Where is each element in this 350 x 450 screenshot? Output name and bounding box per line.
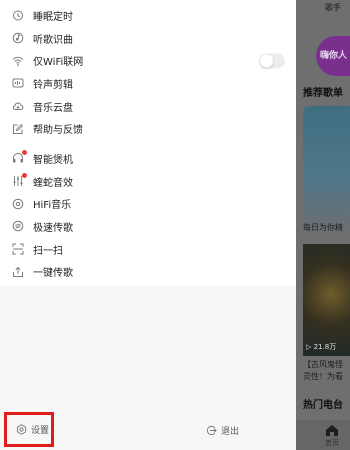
menu-item-viper-sound[interactable]: 蝰蛇音效 bbox=[0, 170, 296, 193]
menu-item-sleep-timer[interactable]: 睡眠定时 bbox=[0, 4, 296, 27]
menu-item-label: 睡眠定时 bbox=[33, 11, 73, 23]
menu-item-label: 一键传歌 bbox=[33, 268, 73, 280]
menu-item-hifi-music[interactable]: HiFi音乐 bbox=[0, 192, 296, 215]
menu-item-label: 扫一扫 bbox=[33, 245, 63, 257]
playlist-playcount: ▷ 21.8万 bbox=[306, 343, 337, 351]
menu-item-help-feedback[interactable]: 帮助与反馈 bbox=[0, 117, 296, 140]
scan-icon bbox=[12, 243, 24, 255]
playlist-card-ancient-title-2: 灵性！为看 bbox=[303, 372, 343, 381]
menu-item-label: 极速传歌 bbox=[33, 222, 73, 234]
menu-item-label: 智能煲机 bbox=[33, 154, 73, 166]
ringtone-icon bbox=[12, 77, 24, 89]
logout-button[interactable]: 退出 bbox=[206, 424, 239, 437]
menu-item-label: 蝰蛇音效 bbox=[33, 177, 73, 189]
headphone-icon bbox=[12, 150, 27, 164]
playlist-card-ancient-title-1: 【古风鬼怪 bbox=[303, 360, 343, 369]
settings-label: 设置 bbox=[31, 426, 50, 436]
upload-icon bbox=[12, 266, 24, 278]
new-badge-dot bbox=[22, 173, 27, 179]
menu-item-music-recognition[interactable]: 听歌识曲 bbox=[0, 27, 296, 50]
settings-button[interactable]: 设置 bbox=[4, 412, 54, 447]
menu-item-label: 音乐云盘 bbox=[33, 102, 73, 114]
home-icon[interactable] bbox=[325, 424, 339, 436]
cloud-icon bbox=[12, 100, 24, 112]
menu-item-cloud-drive[interactable]: 音乐云盘 bbox=[0, 95, 296, 118]
home-label: 首页 bbox=[325, 439, 339, 447]
menu-item-ringtone-edit[interactable]: 铃声剪辑 bbox=[0, 72, 296, 95]
menu-item-label: 听歌识曲 bbox=[33, 34, 73, 46]
music-recognize-icon bbox=[12, 32, 24, 44]
menu-group-2: 智能煲机 蝰蛇音效 HiFi音乐 极速传歌 扫一扫 一键传歌 bbox=[0, 147, 296, 283]
menu-item-label: 铃声剪辑 bbox=[33, 79, 73, 91]
menu-item-fast-transfer[interactable]: 极速传歌 bbox=[0, 215, 296, 238]
tab-singer[interactable]: 歌手 bbox=[325, 2, 341, 13]
bottom-nav: 首页 bbox=[296, 420, 350, 450]
wifi-only-toggle[interactable] bbox=[259, 53, 285, 69]
menu-item-smart-burn-in[interactable]: 智能煲机 bbox=[0, 147, 296, 170]
menu-item-one-click-transfer[interactable]: 一键传歌 bbox=[0, 260, 296, 283]
playlist-card-daily-title: 每日为你精 bbox=[303, 223, 343, 232]
section-recommended-playlists: 推荐歌单 bbox=[303, 88, 343, 99]
menu-group-1: 睡眠定时 听歌识曲 仅WiFi联网 铃声剪辑 音乐云盘 帮助与反馈 bbox=[0, 4, 296, 140]
alarm-clock-icon bbox=[12, 9, 24, 21]
section-hot-radio: 热门电台 bbox=[303, 400, 343, 411]
wifi-icon bbox=[12, 55, 24, 67]
logout-icon bbox=[206, 425, 217, 436]
transfer-icon bbox=[12, 220, 24, 232]
background-page: 歌手 嗨你人 推荐歌单 每日为你精 ▷ 21.8万 【古风鬼怪 灵性！为看 热门… bbox=[296, 0, 350, 450]
banner-avatar-text: 嗨你人 bbox=[320, 51, 348, 61]
toggle-knob bbox=[260, 54, 273, 68]
menu-item-label: HiFi音乐 bbox=[33, 200, 72, 212]
drawer-footer: 设置 退出 bbox=[0, 411, 296, 450]
playlist-card-ancient[interactable] bbox=[303, 244, 350, 356]
menu-item-label: 仅WiFi联网 bbox=[33, 57, 84, 69]
logout-label: 退出 bbox=[221, 427, 240, 437]
side-drawer: 睡眠定时 听歌识曲 仅WiFi联网 铃声剪辑 音乐云盘 帮助与反馈 智能煲机 蝰… bbox=[0, 0, 296, 450]
equalizer-icon bbox=[12, 173, 27, 187]
menu-item-wifi-only[interactable]: 仅WiFi联网 bbox=[0, 49, 296, 72]
feedback-icon bbox=[12, 123, 24, 135]
new-badge-dot bbox=[22, 150, 27, 156]
menu-item-label: 帮助与反馈 bbox=[33, 125, 83, 137]
gear-icon bbox=[16, 424, 27, 435]
playlist-card-daily[interactable] bbox=[303, 106, 350, 236]
drawer-empty-area bbox=[0, 286, 296, 411]
menu-item-scan[interactable]: 扫一扫 bbox=[0, 238, 296, 261]
banner-avatar[interactable]: 嗨你人 bbox=[316, 36, 350, 76]
hifi-icon bbox=[12, 198, 24, 210]
